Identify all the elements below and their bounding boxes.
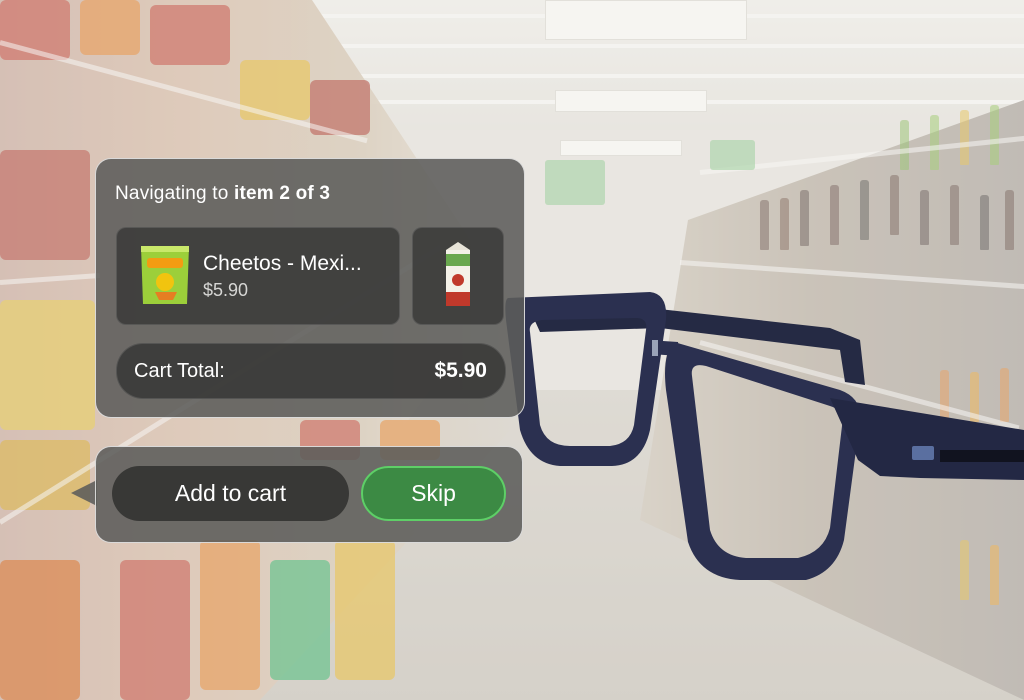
skip-button[interactable]: Skip [361, 466, 506, 521]
milk-carton-icon [446, 242, 470, 306]
current-item-price: $5.90 [203, 280, 249, 300]
action-panel: Add to cart Skip [95, 446, 523, 543]
smart-glasses-icon [505, 292, 1024, 580]
next-item-card[interactable] [412, 227, 504, 325]
cart-total-label: Cart Total: [134, 360, 225, 382]
cart-total-bar: Cart Total: $5.90 [116, 343, 506, 399]
cheetos-bag-icon [141, 246, 189, 304]
navigation-title-prefix: Navigating to [115, 183, 234, 204]
cart-total-value: $5.90 [434, 359, 487, 382]
add-to-cart-button[interactable]: Add to cart [112, 466, 349, 521]
navigation-title: Navigating to item 2 of 3 [115, 183, 330, 205]
action-panel-pointer [71, 480, 97, 506]
navigation-panel: Navigating to item 2 of 3 Cheetos - Mexi… [95, 158, 525, 418]
current-item-card[interactable]: Cheetos - Mexi... $5.90 [116, 227, 400, 325]
navigation-item-count: item 2 of 3 [233, 183, 331, 204]
current-item-name: Cheetos - Mexi... [203, 252, 362, 275]
